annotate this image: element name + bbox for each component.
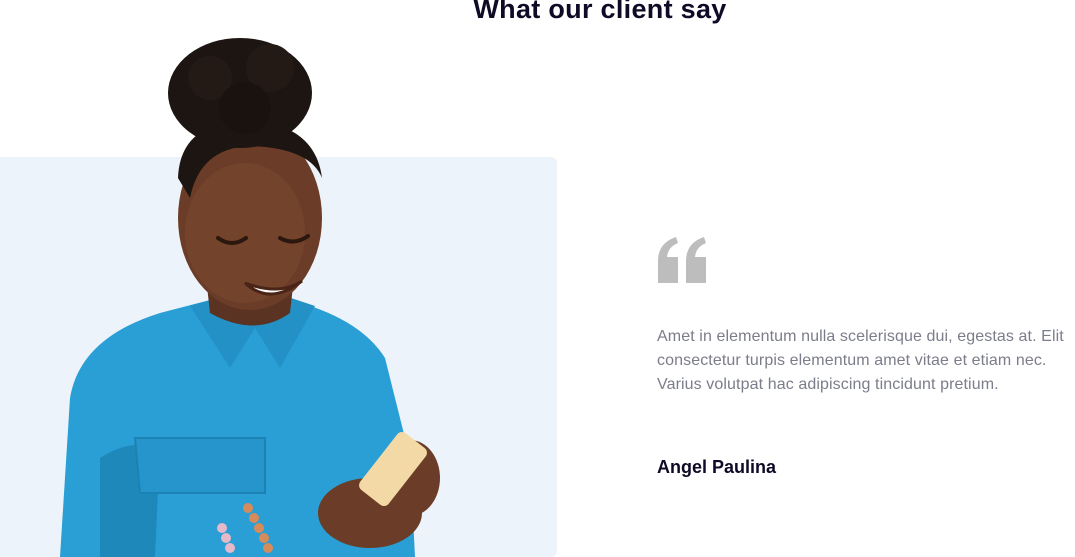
testimonial-section: What our client say Amet in elementum nu… [0, 0, 1075, 557]
testimonial-text: Amet in elementum nulla scelerisque dui,… [657, 328, 1064, 393]
section-title: What our client say [473, 0, 727, 24]
client-name: Angel Paulina [657, 457, 777, 477]
client-photo [60, 38, 440, 557]
quote-open-icon [658, 237, 706, 283]
